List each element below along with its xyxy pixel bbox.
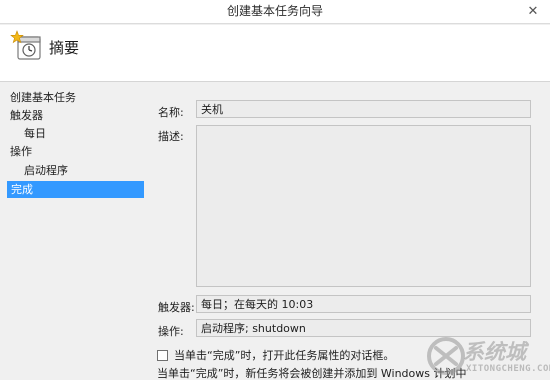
wizard-sidebar: 创建基本任务 触发器 每日 操作 启动程序 完成 [0,83,150,380]
trigger-field: 每日；在每天的 10:03 [196,295,531,313]
sidebar-item-finish[interactable]: 完成 [7,181,144,198]
trigger-label: 触发器: [158,301,195,314]
name-field[interactable]: 关机 [196,100,531,118]
open-properties-option[interactable]: 当单击“完成”时，打开此任务属性的对话框。 [157,347,394,363]
open-properties-checkbox[interactable] [157,349,168,361]
sidebar-item-trigger[interactable]: 触发器 [10,107,43,124]
wizard-header: 摘要 [0,25,550,82]
description-field[interactable] [196,125,531,287]
description-label: 描述: [158,130,184,143]
window-title: 创建基本任务向导 [226,4,323,18]
watermark-text: 系统城 [463,340,526,364]
site-watermark: 系统城 XITONGCHENG.COM [408,334,550,380]
task-wizard-icon [10,30,41,60]
sidebar-item-action[interactable]: 操作 [10,143,32,160]
close-button[interactable]: ✕ [516,0,550,22]
watermark-subtext: XITONGCHENG.COM [466,364,550,374]
close-icon: ✕ [527,3,539,19]
sidebar-item-create-basic-task[interactable]: 创建基本任务 [10,89,76,106]
open-properties-label[interactable]: 当单击“完成”时，打开此任务属性的对话框。 [174,347,394,363]
name-label: 名称: [158,106,184,119]
page-title: 摘要 [49,39,80,57]
action-label: 操作: [158,325,184,338]
watermark-logo-icon [427,337,465,375]
title-bar: 创建基本任务向导 ✕ [0,0,550,24]
sidebar-item-daily[interactable]: 每日 [24,125,46,142]
sidebar-item-start-program[interactable]: 启动程序 [24,162,68,179]
